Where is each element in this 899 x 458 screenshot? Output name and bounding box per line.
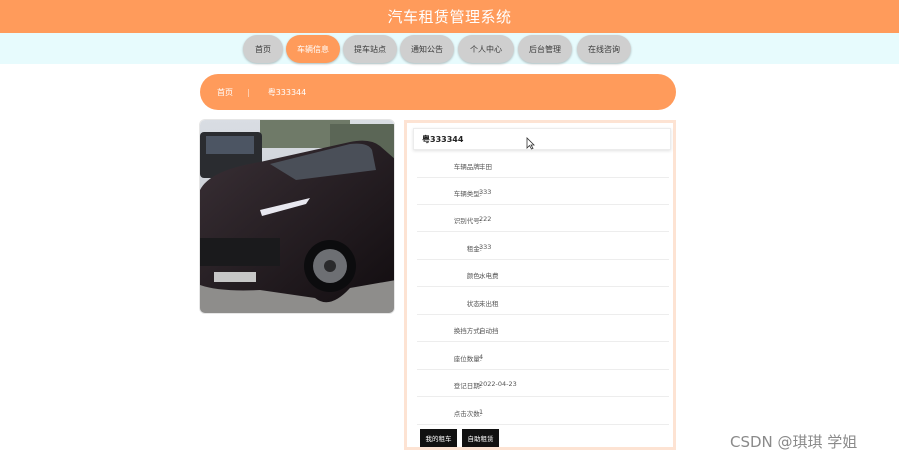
detail-row-seats: 座位数量: 4 [417, 343, 669, 370]
nav-online-consult[interactable]: 在线咨询 [577, 35, 631, 63]
breadcrumb: 首页 | 粤333344 [200, 74, 676, 110]
field-value: 丰田 [479, 163, 492, 171]
detail-row-transmission: 换挡方式: 自动挡 [417, 315, 669, 342]
field-label: 车辆品牌: [453, 163, 482, 171]
field-label: 换挡方式: [453, 327, 482, 335]
breadcrumb-separator: | [247, 87, 250, 97]
nav-home[interactable]: 首页 [243, 35, 283, 63]
vehicle-photo [199, 119, 395, 314]
detail-row-status: 状态: 未出租 [417, 288, 669, 315]
breadcrumb-current: 粤333344 [267, 87, 307, 97]
field-value: 水电费 [479, 272, 499, 280]
detail-row-brand: 车辆品牌: 丰田 [417, 151, 669, 178]
nav-vehicle-info[interactable]: 车辆信息 [286, 35, 340, 63]
watermark: CSDN @琪琪 学姐 [730, 433, 858, 451]
detail-row-register-date: 登记日期: 2022-04-23 [417, 370, 669, 397]
field-label: 座位数量: [453, 355, 482, 363]
vehicle-plate-title: 粤333344 [413, 128, 671, 150]
field-label: 车辆类型: [453, 190, 482, 198]
field-value: 4 [479, 353, 484, 361]
app-header: 汽车租赁管理系统 [0, 0, 899, 33]
my-rental-button[interactable]: 我的租车 [420, 429, 457, 447]
field-value: 未出租 [479, 300, 499, 308]
vehicle-detail-card: 粤333344 车辆品牌: 丰田 车辆类型: 333 识别代号: 222 租金:… [404, 120, 676, 450]
self-rent-button[interactable]: 自助租赁 [462, 429, 499, 447]
field-value: 1 [479, 408, 484, 416]
field-value: 222 [479, 215, 492, 223]
field-label: 识别代号: [453, 217, 482, 225]
nav-personal-center[interactable]: 个人中心 [458, 35, 514, 63]
field-label: 点击次数: [453, 410, 482, 418]
field-value: 自动挡 [479, 327, 499, 335]
detail-row-vin: 识别代号: 222 [417, 205, 669, 232]
field-value: 333 [479, 188, 492, 196]
detail-row-click-count: 点击次数: 1 [417, 398, 669, 425]
detail-row-color: 颜色: 水电费 [417, 260, 669, 287]
nav-admin[interactable]: 后台管理 [518, 35, 572, 63]
mouse-pointer-icon [526, 137, 535, 150]
field-value: 333 [479, 243, 492, 251]
field-label: 登记日期: [453, 382, 482, 390]
detail-row-type: 车辆类型: 333 [417, 178, 669, 205]
nav-notices[interactable]: 通知公告 [400, 35, 454, 63]
field-value: 2022-04-23 [479, 380, 517, 388]
detail-row-rent: 租金: 333 [417, 233, 669, 260]
app-title: 汽车租赁管理系统 [387, 8, 512, 26]
nav-pickup-stations[interactable]: 提车站点 [343, 35, 397, 63]
breadcrumb-home[interactable]: 首页 [217, 87, 233, 98]
